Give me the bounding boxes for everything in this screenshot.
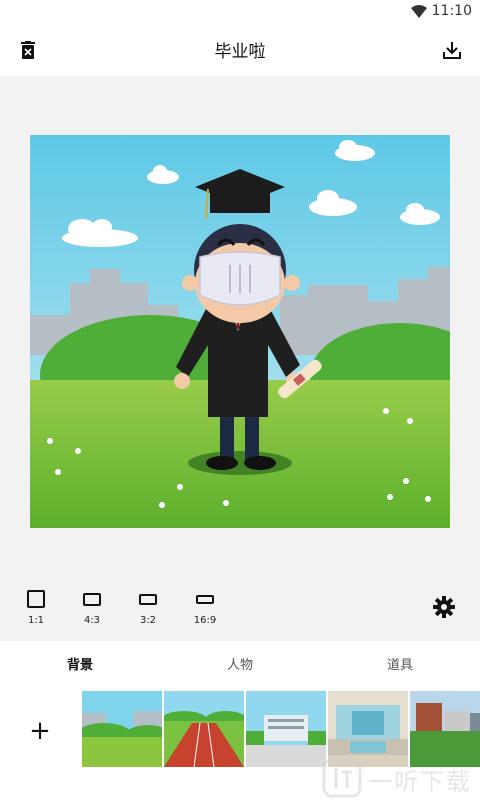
tab-props[interactable]: 道具 [320,641,480,691]
page-title: 毕业啦 [214,42,266,62]
status-bar: 11:10 [0,0,480,24]
ratio-label: 4:3 [83,615,101,626]
aspect-ratio-toolbar: 1:1 4:3 3:2 16:9 [0,581,480,641]
background-thumb-track[interactable] [164,691,244,767]
ratio-label: 1:1 [27,615,45,626]
download-button[interactable] [438,36,466,64]
tab-character[interactable]: 人物 [160,641,320,691]
ratio-label: 3:2 [139,615,157,626]
watermark: 一听下载 [320,756,480,800]
add-background-button[interactable]: + [26,717,54,745]
ratio-1-1-button[interactable]: 1:1 [16,589,56,633]
ratio-16-9-button[interactable]: 16:9 [185,589,225,633]
wifi-icon [411,5,427,18]
ratio-3-2-button[interactable]: 3:2 [128,589,168,633]
category-tabs: 背景 人物 道具 [0,641,480,691]
ratio-1-1-icon [27,590,45,608]
background-thumb-school-building[interactable] [246,691,326,767]
background-thumb-park[interactable] [82,691,162,767]
ratio-4-3-button[interactable]: 4:3 [72,589,112,633]
app-bar: 毕业啦 [0,24,480,76]
gear-icon [433,596,455,618]
settings-button[interactable] [432,595,456,619]
tab-background[interactable]: 背景 [0,641,160,691]
watermark-logo-icon [322,758,362,798]
ratio-label: 16:9 [193,615,217,626]
graduation-scene-image[interactable] [30,135,450,528]
ratio-3-2-icon [139,593,157,605]
editor-canvas [0,76,480,581]
ratio-16-9-icon [196,594,214,604]
ratio-4-3-icon [83,592,101,606]
status-time: 11:10 [431,3,472,19]
watermark-text: 一听下载 [368,768,472,796]
download-icon [443,42,461,59]
